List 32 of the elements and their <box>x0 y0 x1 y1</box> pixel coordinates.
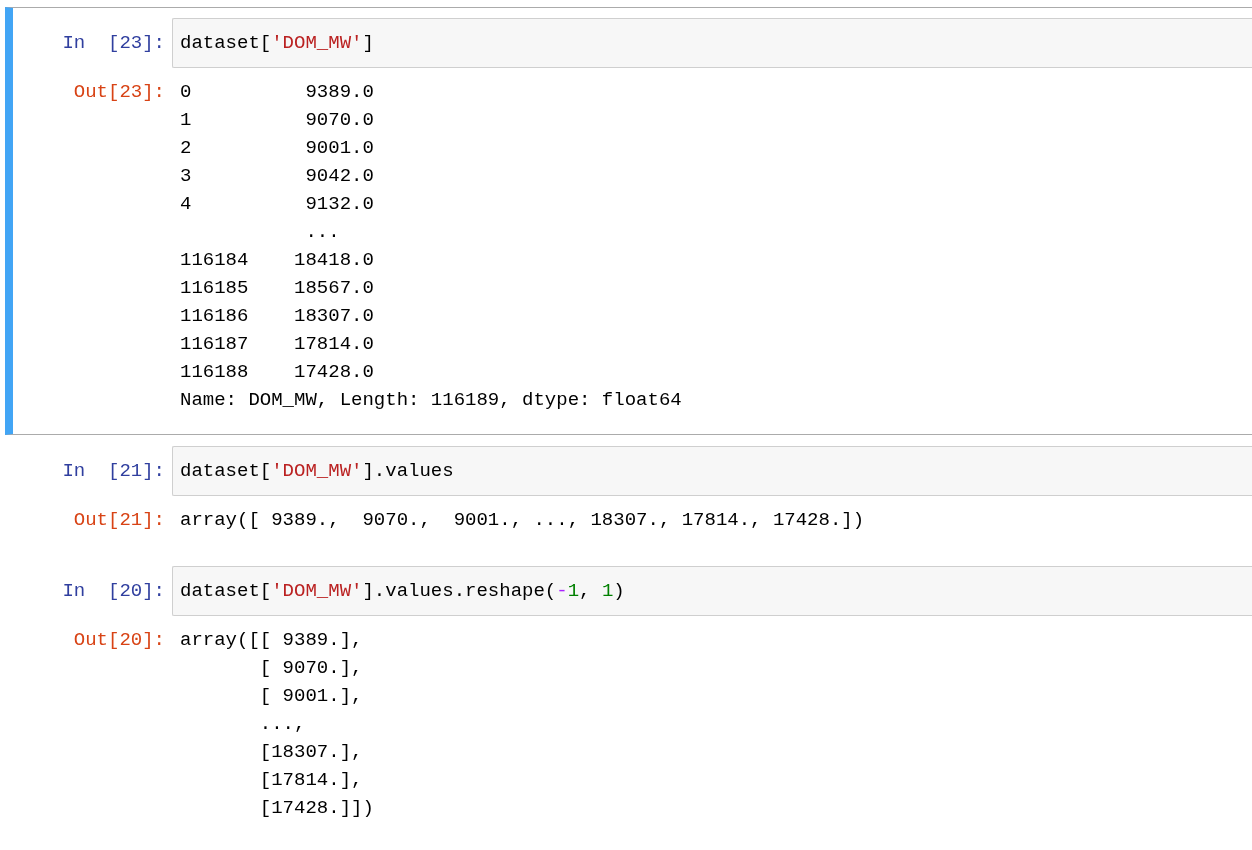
output-prompt: Out[20]: <box>72 628 166 653</box>
output-line: [ 9001.], <box>258 684 364 709</box>
output-line: [17814.], <box>258 768 364 793</box>
output-line: 2 9001.0 <box>180 136 375 161</box>
code-cell[interactable]: In [21]: dataset['DOM_MW'].values Out[21]: array([ 9389., 9070., 9001., ..., 18307., 17814., 17428.]) <box>5 435 1252 555</box>
output-prompt: Out[21]: <box>72 508 166 533</box>
output-line: array([[ 9389.], <box>180 628 364 653</box>
output-line: ..., <box>258 712 307 737</box>
output-line: 116184 18418.0 <box>180 248 375 273</box>
input-prompt: In [23]: <box>61 32 166 54</box>
output-line: 116185 18567.0 <box>180 276 375 301</box>
output-line: [17428.]]) <box>258 796 374 821</box>
output-line: array([ 9389., 9070., 9001., ..., 18307., 17814., 17428.]) <box>180 508 865 533</box>
output-line: [ 9070.], <box>258 656 364 681</box>
output-line: Name: DOM_MW, Length: 116189, dtype: float64 <box>180 388 682 413</box>
output-line: 3 9042.0 <box>180 164 375 189</box>
output-line: 116188 17428.0 <box>180 360 375 385</box>
code-cell[interactable] <box>5 7 1252 435</box>
code-cell[interactable]: In [20]: dataset['DOM_MW'].values.reshape(-1, 1) Out[20]: array([[ 9389.], [ 9070.], [ 9001.], ..., [18307.], [17814.], [17428.]]) <box>5 555 1252 843</box>
code-input[interactable]: dataset['DOM_MW'].values.reshape(-1, 1) <box>172 566 1252 616</box>
output-line: 0 9389.0 <box>180 80 375 105</box>
output-line: [18307.], <box>258 740 364 765</box>
output-line: 1 9070.0 <box>180 108 375 133</box>
code-input[interactable]: dataset['DOM_MW'] <box>172 18 1252 68</box>
output-prompt: Out[23]: <box>72 80 166 105</box>
output-line: 116187 17814.0 <box>180 332 375 357</box>
output-line: 116186 18307.0 <box>180 304 375 329</box>
output-line: ... <box>304 220 341 245</box>
input-prompt: In [20]: <box>61 580 166 602</box>
code-input[interactable]: dataset['DOM_MW'].values <box>172 446 1252 496</box>
input-prompt: In [21]: <box>61 460 166 482</box>
output-line: 4 9132.0 <box>180 192 375 217</box>
